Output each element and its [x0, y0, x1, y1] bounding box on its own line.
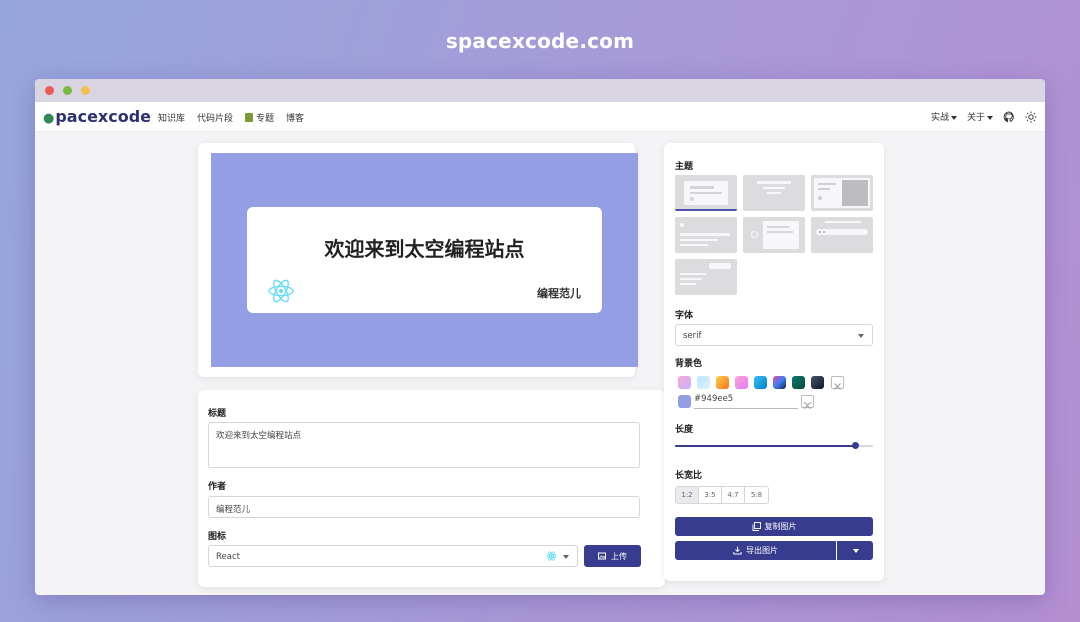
theme-option-1[interactable]	[675, 175, 737, 211]
upload-button-label: 上传	[611, 551, 627, 561]
react-icon	[268, 279, 294, 303]
nav-dropdown-about-label: 关于	[966, 113, 985, 123]
length-slider-thumb[interactable]	[851, 442, 859, 449]
minimize-window-dot[interactable]	[81, 86, 90, 95]
title-label: 标题	[208, 409, 227, 419]
theme-option-2[interactable]	[743, 175, 805, 211]
cover-canvas: 欢迎来到太空编程站点 编程范儿	[211, 153, 638, 367]
bg-swatch-2[interactable]	[697, 376, 710, 389]
nav-dropdown-about[interactable]: 关于	[967, 110, 993, 123]
shuffle-icon	[803, 402, 812, 409]
maximize-window-dot[interactable]	[63, 86, 72, 95]
image-upload-icon	[598, 552, 606, 560]
aspect-ratio-label: 长宽比	[675, 471, 703, 481]
react-icon	[546, 551, 557, 561]
random-color-button[interactable]	[801, 395, 814, 409]
download-icon	[733, 546, 742, 555]
sun-icon[interactable]	[1025, 111, 1037, 123]
edit-form-card: 标题 欢迎来到太空编程站点 作者 编程范儿 图标 React 上传	[198, 390, 665, 587]
nav-link-knowledge[interactable]: 知识库	[158, 111, 185, 124]
current-color-swatch[interactable]	[678, 395, 691, 408]
logo-text: pacexcode	[55, 107, 152, 126]
bg-swatch-4[interactable]	[735, 376, 748, 389]
export-options-dropdown[interactable]	[837, 541, 873, 560]
settings-card: 主题 字体 serif 背景色 #949ee5 长度 长宽比 1:2 3:5 4…	[664, 143, 884, 581]
copy-icon	[752, 522, 761, 531]
logo-mark-icon: ●	[43, 111, 55, 126]
github-icon[interactable]	[1003, 111, 1015, 123]
cover-title: 欢迎来到太空编程站点	[324, 237, 525, 261]
site-logo[interactable]: ●pacexcode	[43, 107, 151, 126]
cover-author: 编程范儿	[537, 287, 581, 300]
bg-swatch-8[interactable]	[811, 376, 824, 389]
length-label: 长度	[675, 425, 694, 435]
navbar: ●pacexcode 知识库 代码片段 专题 博客 实战 关于	[35, 102, 1045, 132]
ratio-option-4-7[interactable]: 4:7	[722, 486, 745, 504]
upload-button[interactable]: 上传	[584, 545, 641, 567]
close-icon	[834, 383, 841, 390]
close-window-dot[interactable]	[45, 86, 54, 95]
theme-option-5[interactable]	[743, 217, 805, 253]
font-select-value: serif	[683, 331, 702, 341]
icon-label: 图标	[208, 532, 227, 542]
background-color-label: 背景色	[675, 359, 703, 369]
ratio-option-3-5[interactable]: 3:5	[699, 486, 722, 504]
preview-card: 欢迎来到太空编程站点 编程范儿	[198, 143, 638, 377]
cover-inner-card: 欢迎来到太空编程站点 编程范儿	[247, 207, 602, 313]
bg-swatch-3[interactable]	[716, 376, 729, 389]
length-slider-fill	[675, 445, 856, 447]
caret-down-icon	[950, 115, 957, 120]
icon-select-value: React	[216, 552, 240, 562]
theme-option-7[interactable]	[675, 259, 737, 295]
theme-option-6[interactable]	[811, 217, 873, 253]
nav-dropdown-practice-label: 实战	[930, 113, 949, 123]
length-slider-track[interactable]	[675, 442, 873, 449]
nav-link-snippets[interactable]: 代码片段	[197, 111, 233, 124]
export-image-button[interactable]: 导出图片	[675, 541, 836, 560]
theme-label: 主题	[675, 162, 694, 172]
site-title: spacexcode.com	[445, 29, 635, 53]
caret-down-icon	[987, 115, 993, 120]
copy-image-label: 复制图片	[764, 522, 797, 531]
window-titlebar	[35, 79, 1045, 102]
theme-option-3[interactable]	[811, 175, 873, 211]
bg-swatch-5[interactable]	[754, 376, 767, 389]
bg-swatch-1[interactable]	[678, 376, 691, 389]
icon-select[interactable]: React	[208, 545, 578, 567]
copy-image-button[interactable]: 复制图片	[675, 517, 873, 536]
font-label: 字体	[675, 311, 694, 321]
bg-swatch-7[interactable]	[792, 376, 805, 389]
book-icon	[245, 113, 254, 122]
nav-dropdown-practice[interactable]: 实战	[931, 110, 957, 123]
nav-link-topics[interactable]: 专题	[245, 111, 274, 124]
nav-link-blog[interactable]: 博客	[286, 111, 304, 124]
browser-window: ●pacexcode 知识库 代码片段 专题 博客 实战 关于 欢迎来到太空编程…	[35, 79, 1045, 595]
title-textarea[interactable]: 欢迎来到太空编程站点	[208, 422, 640, 468]
hex-color-input[interactable]: #949ee5	[694, 394, 798, 409]
caret-down-icon	[563, 555, 569, 559]
ratio-option-5-8[interactable]: 5:8	[745, 486, 769, 504]
clear-color-button[interactable]	[831, 376, 844, 390]
nav-link-topics-label: 专题	[256, 114, 275, 124]
export-image-label: 导出图片	[746, 546, 778, 555]
ratio-option-1-2[interactable]: 1:2	[675, 486, 699, 504]
author-input[interactable]: 编程范儿	[208, 496, 640, 518]
bg-swatch-6[interactable]	[773, 376, 786, 389]
font-select[interactable]: serif	[675, 324, 873, 346]
theme-option-4[interactable]	[675, 217, 737, 253]
author-label: 作者	[208, 482, 227, 492]
caret-down-icon	[858, 334, 864, 338]
caret-down-icon	[853, 548, 859, 553]
